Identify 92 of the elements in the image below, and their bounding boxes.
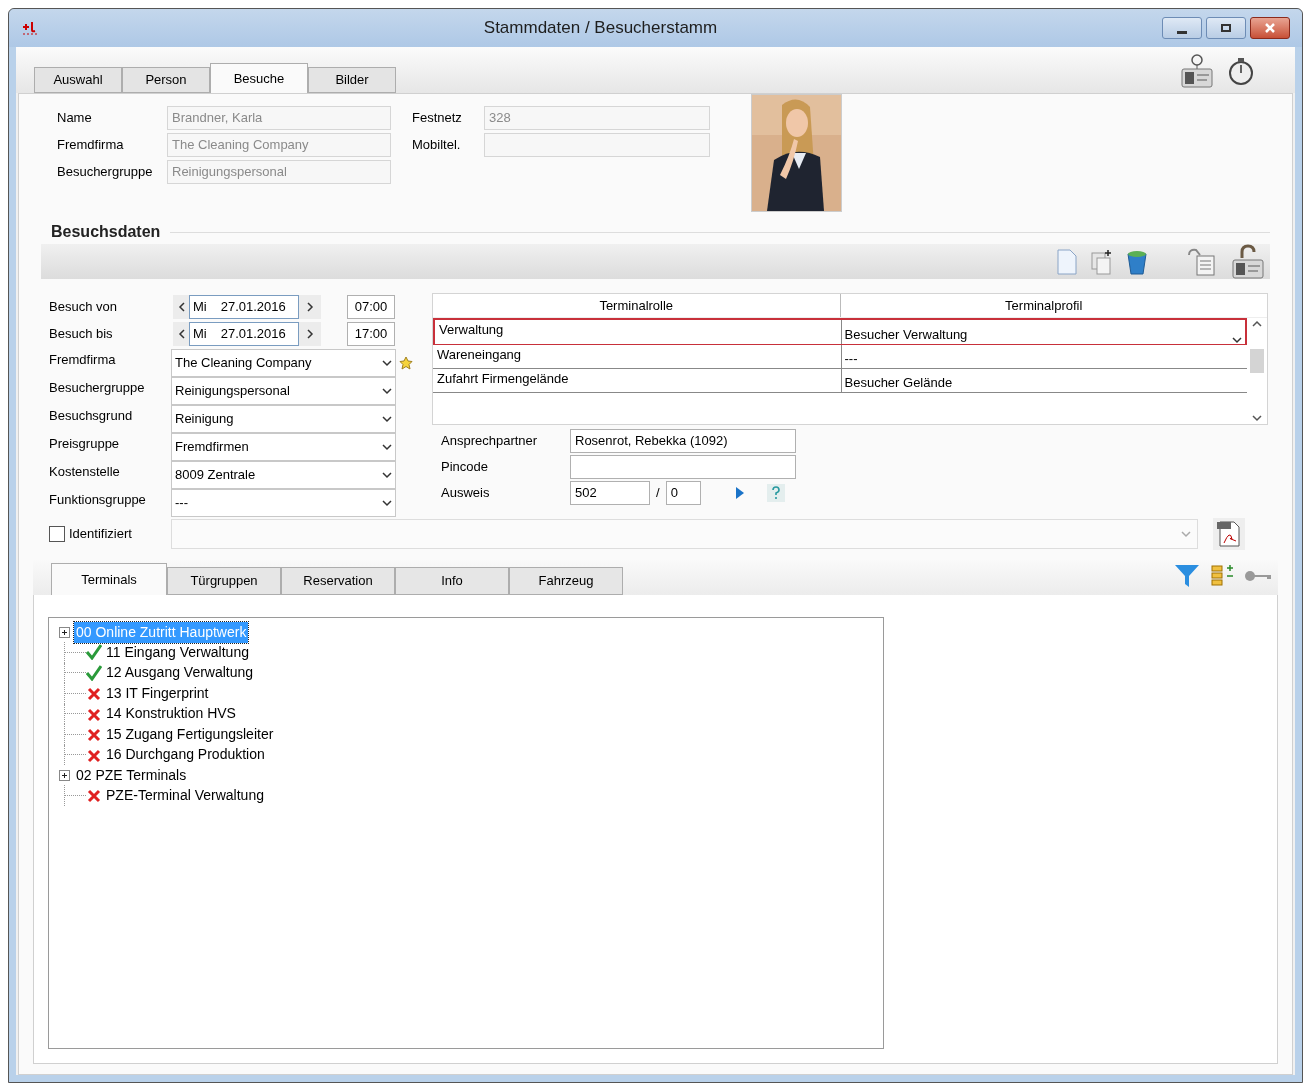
- field-label: Besuchergruppe: [57, 163, 154, 182]
- star-icon[interactable]: [399, 356, 413, 370]
- column-header[interactable]: Terminalprofil: [840, 294, 1247, 317]
- copy-document-icon[interactable]: [1090, 248, 1114, 275]
- grid-row[interactable]: Zufahrt Firmengelände Besucher Gelände: [433, 369, 1247, 393]
- column-header[interactable]: Terminalrolle: [433, 294, 841, 317]
- table-cell-text: Verwaltung: [438, 321, 505, 339]
- dropdown[interactable]: Fremdfirmen: [171, 433, 396, 461]
- tree-item[interactable]: 16 Durchgang Produktion: [106, 744, 265, 766]
- help-icon[interactable]: [766, 484, 785, 502]
- table-cell-text: Zufahrt Firmengelände: [436, 370, 570, 388]
- time-field[interactable]: 17:00: [347, 321, 395, 346]
- time-field[interactable]: 07:00: [347, 294, 395, 319]
- text-field[interactable]: Rosenrot, Rebekka (1092): [570, 429, 796, 453]
- key-icon[interactable]: [1244, 569, 1272, 583]
- table-cell: Besucher Verwaltung: [840, 320, 1245, 344]
- field-label: Besuch von: [49, 297, 118, 316]
- chevron-right-icon: [306, 328, 314, 339]
- field-label: Besuchsgrund: [49, 407, 134, 425]
- grid-row[interactable]: Wareneingang ---: [433, 345, 1247, 369]
- card-unlock-icon[interactable]: [1230, 243, 1266, 280]
- field-label: Festnetz: [412, 109, 463, 128]
- dropdown[interactable]: The Cleaning Company: [171, 349, 396, 377]
- filter-icon[interactable]: [1174, 563, 1200, 589]
- table-cell: ---: [840, 345, 1247, 368]
- document-list-icon[interactable]: [1186, 246, 1218, 277]
- tab[interactable]: Besuche: [210, 63, 308, 93]
- scroll-up-icon[interactable]: [1252, 320, 1262, 328]
- trash-icon[interactable]: [1126, 248, 1148, 275]
- dropdown[interactable]: Reinigung: [171, 405, 396, 433]
- field-label: Besuch bis: [49, 324, 114, 343]
- field-label: Fremdfirma: [49, 351, 117, 369]
- expand-icon[interactable]: [59, 769, 70, 781]
- grid-row[interactable]: Verwaltung Besucher Verwaltung: [433, 318, 1247, 345]
- section-title: Besuchsdaten: [50, 222, 162, 242]
- field-label: Preisgruppe: [49, 435, 121, 453]
- window-title: Stammdaten / Besucherstamm: [482, 17, 719, 40]
- tree-item[interactable]: PZE-Terminal Verwaltung: [106, 784, 264, 806]
- tree-item[interactable]: 14 Konstruktion HVS: [106, 703, 236, 725]
- pincode-field[interactable]: [570, 455, 796, 479]
- card-search-icon[interactable]: [1179, 53, 1215, 89]
- pdf-document-icon[interactable]: [1212, 517, 1246, 551]
- field-label: Mobiltel.: [412, 136, 462, 155]
- scroll-down-icon[interactable]: [1252, 414, 1262, 422]
- table-cell: Besucher Gelände: [840, 369, 1247, 392]
- tab[interactable]: Reservation: [281, 567, 395, 595]
- dropdown[interactable]: ---: [171, 489, 396, 517]
- tree-item[interactable]: 11 Eingang Verwaltung: [106, 641, 249, 663]
- minimize-button[interactable]: [1162, 17, 1202, 39]
- field-label: Ausweis: [441, 484, 491, 503]
- tab[interactable]: Türgruppen: [167, 567, 281, 595]
- dropdown[interactable]: 8009 Zentrale: [171, 461, 396, 489]
- tree-item[interactable]: 15 Zugang Fertigungsleiter: [106, 723, 274, 745]
- separator: /: [656, 484, 660, 503]
- play-icon[interactable]: [734, 486, 745, 500]
- scroll-thumb[interactable]: [1250, 349, 1264, 373]
- chevron-left-icon: [177, 328, 185, 339]
- tab[interactable]: Person: [122, 67, 210, 93]
- field-label: Ansprechpartner: [441, 432, 539, 451]
- dropdown[interactable]: Reinigungspersonal: [171, 377, 396, 405]
- tab[interactable]: Terminals: [51, 563, 167, 595]
- field-label: Fremdfirma: [57, 136, 125, 155]
- text-field[interactable]: [484, 133, 710, 157]
- field-label: Pincode: [441, 458, 489, 477]
- close-icon: [1264, 22, 1276, 34]
- tree-item[interactable]: 02 PZE Terminals: [74, 764, 189, 786]
- chevron-left-icon: [177, 301, 185, 312]
- date-field[interactable]: Mi 27.01.2016: [189, 321, 299, 346]
- badge-number-field[interactable]: 502: [570, 481, 650, 505]
- field-label: Besuchergruppe: [49, 379, 146, 397]
- maximize-button[interactable]: [1206, 17, 1246, 39]
- tab[interactable]: Bilder: [308, 67, 396, 93]
- expand-icon[interactable]: [59, 626, 70, 638]
- field-label: Funktionsgruppe: [49, 491, 147, 509]
- chevron-right-icon: [306, 301, 314, 312]
- date-field[interactable]: Mi 27.01.2016: [189, 294, 299, 319]
- badge-version-field[interactable]: 0: [665, 481, 701, 505]
- tab[interactable]: Auswahl: [34, 67, 122, 93]
- table-cell-text: Wareneingang: [436, 346, 523, 364]
- list-add-icon[interactable]: [1210, 564, 1234, 588]
- app-logo-icon: [21, 19, 39, 37]
- field-label: Kostenstelle: [49, 463, 121, 481]
- tree-item[interactable]: 13 IT Fingerprint: [106, 682, 209, 704]
- tree-item[interactable]: 12 Ausgang Verwaltung: [106, 662, 254, 684]
- scrollbar[interactable]: [1247, 318, 1267, 424]
- close-button[interactable]: [1250, 17, 1290, 39]
- tab[interactable]: Info: [395, 567, 509, 595]
- tab[interactable]: Fahrzeug: [509, 567, 623, 595]
- stopwatch-icon[interactable]: [1227, 56, 1255, 86]
- field-label: Name: [57, 109, 93, 128]
- checkbox[interactable]: [49, 526, 65, 542]
- checkbox-label: Identifiziert: [69, 525, 133, 544]
